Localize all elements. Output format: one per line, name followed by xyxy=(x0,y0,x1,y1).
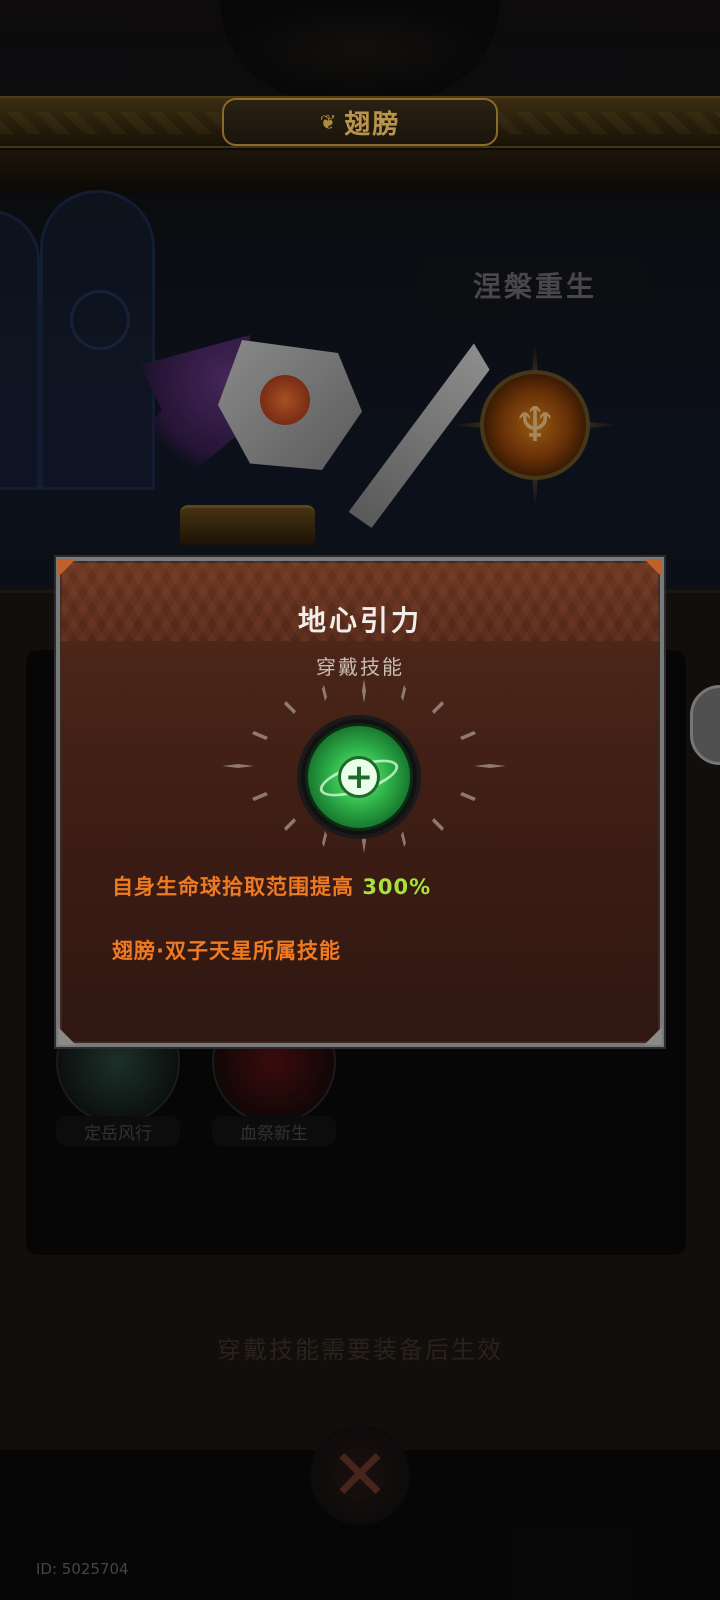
skill-effect-value: 300% xyxy=(362,875,432,899)
wing-icon: ❦ xyxy=(319,110,337,134)
page-title: 翅膀 xyxy=(344,109,401,140)
page-title-plate: ❦ 翅膀 xyxy=(222,98,498,146)
skill-effect-label: 自身生命球拾取范围提高 xyxy=(112,875,354,899)
skill-detail-popup: 地心引力 穿戴技能 + 自身生命球拾取范围提高 300% 翅膀·双子天星所属技能 xyxy=(56,557,664,1047)
skill-source-text: 翅膀·双子天星所属技能 xyxy=(112,939,341,963)
green-plus-orb-icon: + xyxy=(297,715,421,839)
skill-title: 地心引力 xyxy=(297,604,422,637)
skill-effect-text: 自身生命球拾取范围提高 300% xyxy=(112,871,431,901)
